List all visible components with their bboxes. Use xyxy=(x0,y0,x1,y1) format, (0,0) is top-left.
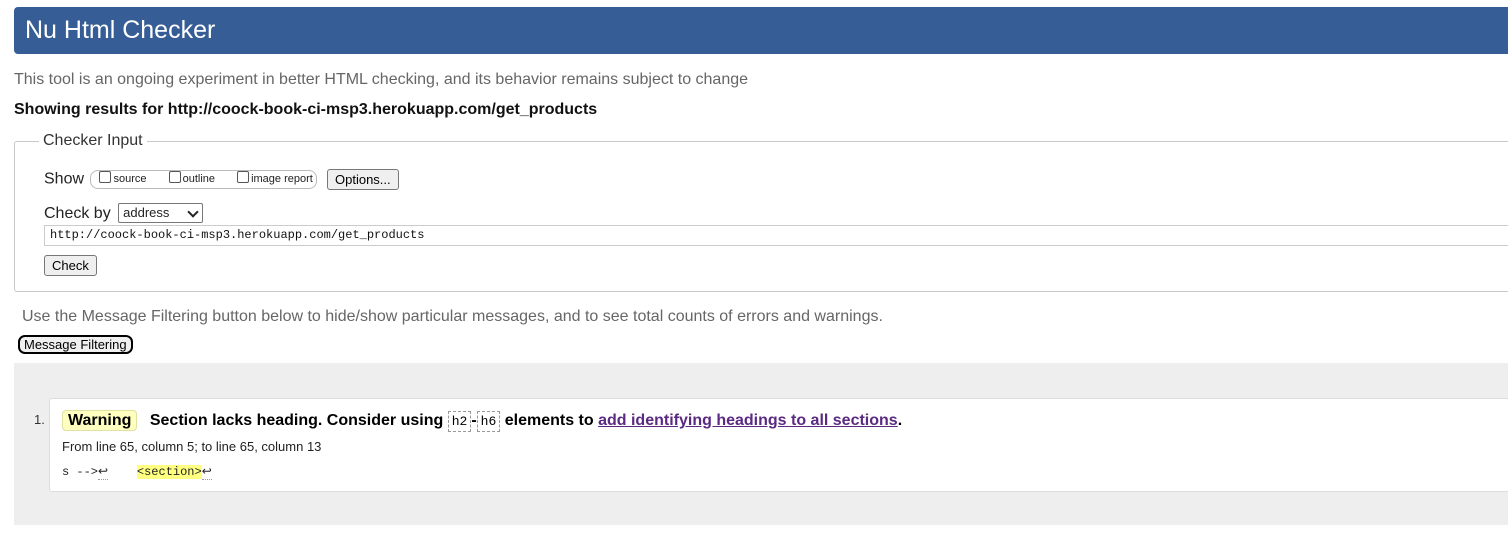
show-outline-option[interactable]: outline xyxy=(164,171,218,185)
message-location: From line 65, column 5; to line 65, colu… xyxy=(62,439,322,454)
intro-text: This tool is an ongoing experiment in be… xyxy=(14,71,749,88)
tag-h6: h6 xyxy=(476,411,501,432)
warning-badge: Warning xyxy=(62,410,138,431)
check-by-label: Check by xyxy=(44,205,111,222)
image-report-checkbox[interactable] xyxy=(237,171,250,183)
show-row: Show source outline image report xyxy=(44,170,317,189)
image-report-label: image report xyxy=(251,173,313,185)
extract-highlight: <section> xyxy=(136,465,202,479)
results-heading: Showing results for http://coock-book-ci… xyxy=(14,101,598,118)
show-source-option[interactable]: source xyxy=(94,171,149,185)
message-text-before: Section lacks heading. Consider using xyxy=(149,412,444,429)
check-button[interactable]: Check xyxy=(44,255,97,276)
headings-help-link[interactable]: add identifying headings to all sections xyxy=(598,412,898,429)
checker-input-legend: Checker Input xyxy=(39,132,147,150)
tag-h2: h2 xyxy=(447,411,472,432)
chevron-down-icon xyxy=(187,206,199,218)
extract-before: s --> xyxy=(62,465,99,479)
checker-input-fieldset: Checker Input Show source outline image … xyxy=(14,132,1508,292)
source-label: source xyxy=(113,173,147,185)
options-button[interactable]: Options... xyxy=(327,169,399,190)
outline-label: outline xyxy=(182,173,215,185)
message-text-after: . xyxy=(897,412,903,429)
check-by-select[interactable]: address xyxy=(118,203,204,223)
line-break-end-icon: ↩ xyxy=(201,465,212,480)
line-break-icon: ↩ xyxy=(98,465,109,480)
filter-note: Use the Message Filtering button below t… xyxy=(22,308,883,325)
show-image-report-option[interactable]: image report xyxy=(232,171,313,185)
message-text: Warning Section lacks heading. Consider … xyxy=(62,410,902,432)
message-filtering-button[interactable]: Message Filtering xyxy=(18,335,133,354)
app-header: Nu Html Checker xyxy=(14,7,1508,54)
message-number: 1. xyxy=(34,412,45,427)
code-extract: s -->↩ <section>↩ xyxy=(62,464,212,480)
check-by-value: address xyxy=(123,205,170,220)
outline-checkbox[interactable] xyxy=(168,171,181,183)
show-label: Show xyxy=(44,170,85,188)
show-options-group: source outline image report xyxy=(90,170,317,189)
extract-spacing xyxy=(108,465,137,479)
url-input[interactable]: http://coock-book-ci-msp3.herokuapp.com/… xyxy=(44,225,1508,246)
source-checkbox[interactable] xyxy=(99,171,112,183)
message-item: Warning Section lacks heading. Consider … xyxy=(49,398,1508,492)
message-text-middle: elements to xyxy=(504,412,594,429)
check-by-row: Check by address xyxy=(44,203,204,223)
page-title: Nu Html Checker xyxy=(25,16,216,44)
